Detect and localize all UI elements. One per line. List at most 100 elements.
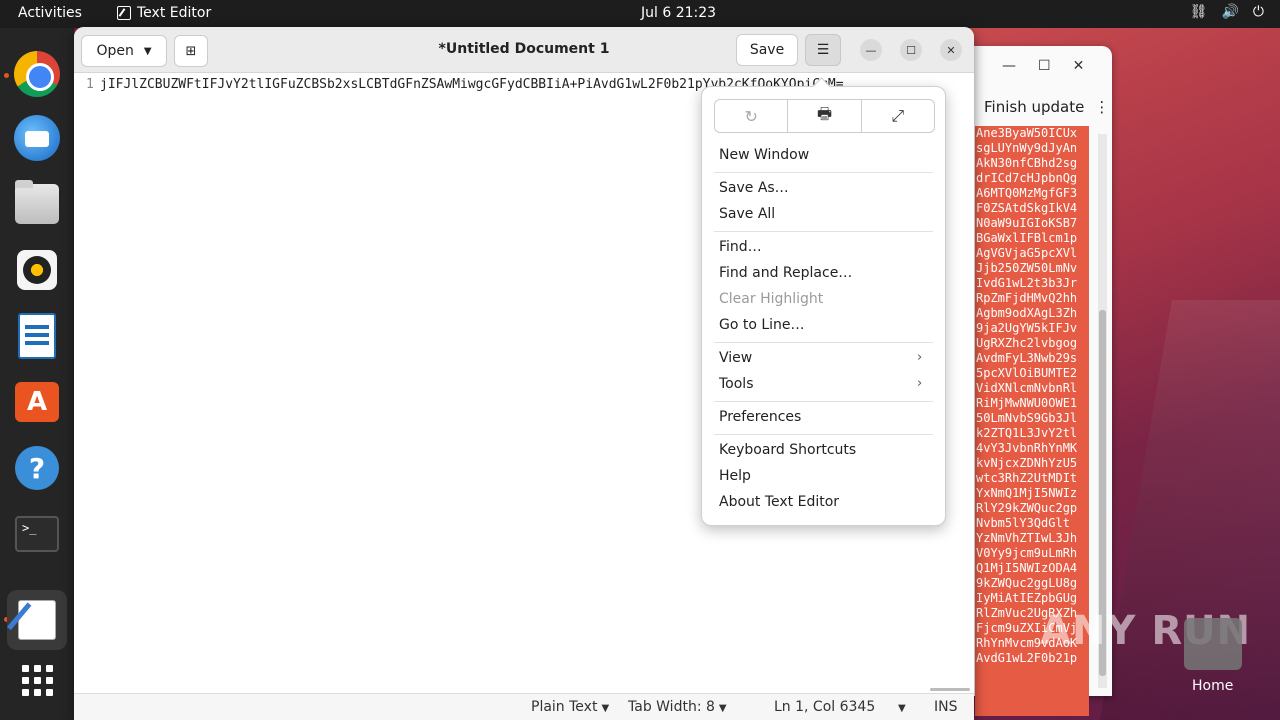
code-line: wtc3RhZ2UtMDIt: [976, 471, 1078, 485]
menu-item-tools[interactable]: Tools ›: [719, 376, 929, 392]
close-icon[interactable]: ✕: [1073, 58, 1085, 74]
code-line: Q1MjI5NWIzODA4: [976, 561, 1078, 575]
system-tray[interactable]: ⛓ 🔊 ⏻: [1190, 4, 1264, 20]
tab-width-label: Tab Width: 8: [628, 699, 715, 715]
home-folder-label[interactable]: Home: [1192, 678, 1233, 694]
chevron-right-icon: ›: [917, 350, 923, 365]
menu-item-keyboard-shortcuts[interactable]: Keyboard Shortcuts: [719, 442, 856, 458]
save-button[interactable]: Save: [736, 34, 798, 66]
print-button[interactable]: 🖶: [788, 100, 862, 132]
code-line: RiMjMwNWU0OWE1: [976, 396, 1078, 410]
dock-writer[interactable]: [13, 312, 61, 360]
more-icon: ⋮: [1094, 98, 1110, 116]
dock-help[interactable]: ?: [13, 444, 61, 492]
grid-icon: [21, 664, 53, 696]
menu-item-go-to-line[interactable]: Go to Line…: [719, 317, 805, 333]
code-line: IvdG1wL2t3b3Jr: [976, 276, 1078, 290]
menu-item-view[interactable]: View ›: [719, 350, 929, 366]
print-icon: 🖶: [816, 103, 833, 123]
dock-terminal[interactable]: >_: [13, 510, 61, 558]
dock-files[interactable]: [13, 180, 61, 228]
show-apps-button[interactable]: [13, 656, 61, 704]
finish-update-button[interactable]: Finish update ⋮: [984, 98, 1109, 116]
files-icon: [15, 180, 59, 224]
menu-item-save-all[interactable]: Save All: [719, 206, 775, 222]
language-selector[interactable]: Plain Text ▼: [531, 699, 609, 715]
language-label: Plain Text: [531, 699, 598, 715]
code-line: drICd7cHJpbnQg: [976, 171, 1078, 185]
insert-mode[interactable]: INS: [934, 699, 958, 715]
activities-button[interactable]: Activities: [18, 5, 82, 21]
code-line: sgLUYnWy9dJyAn: [976, 141, 1078, 155]
dock-text-editor[interactable]: [7, 590, 67, 650]
code-line: AkN30nfCBhd2sg: [976, 156, 1078, 170]
menu-item-about[interactable]: About Text Editor: [719, 494, 839, 510]
code-line: 4vY3JvbnRhYnMK: [976, 441, 1078, 455]
app-center-icon: A: [15, 382, 59, 422]
menu-item-new-window[interactable]: New Window: [719, 147, 809, 163]
minimize-icon[interactable]: —: [1002, 58, 1016, 74]
app-menu[interactable]: Text Editor: [117, 5, 211, 21]
close-icon: ✕: [946, 43, 956, 57]
text-editor-icon: [18, 600, 56, 640]
main-menu-button[interactable]: ☰: [805, 34, 841, 66]
dock-thunderbird[interactable]: [13, 114, 61, 162]
code-line: YxNmQ1MjI5NWIz: [976, 486, 1078, 500]
network-icon: ⛓: [1189, 4, 1208, 20]
code-line: 9kZWQuc2ggLU8g: [976, 576, 1078, 590]
maximize-icon[interactable]: ☐: [1038, 58, 1051, 74]
code-line: RlY29kZWQuc2gp: [976, 501, 1078, 515]
dock-rhythmbox[interactable]: [13, 246, 61, 294]
chevron-down-icon[interactable]: ▼: [894, 699, 906, 715]
code-line: 5pcXVlOiBUMTE2: [976, 366, 1078, 380]
menu-separator: [714, 172, 933, 173]
code-line: Nvbm5lY3QdGlt: [976, 516, 1070, 530]
terminal-icon: >_: [15, 516, 59, 552]
power-icon: ⏻: [1252, 4, 1264, 20]
menu-item-help[interactable]: Help: [719, 468, 751, 484]
menu-button-row: ↻ 🖶 ⤢: [714, 99, 935, 133]
minimize-button[interactable]: —: [860, 39, 882, 61]
dock-app-center[interactable]: A: [13, 378, 61, 426]
scrollbar[interactable]: [1098, 134, 1107, 688]
top-bar: Activities Text Editor Jul 6 21:23 ⛓ 🔊 ⏻: [0, 0, 1280, 28]
maximize-icon: ☐: [906, 43, 916, 57]
hamburger-icon: ☰: [816, 42, 830, 58]
cursor-position[interactable]: Ln 1, Col 6345: [774, 699, 875, 715]
home-folder-icon[interactable]: [1184, 618, 1242, 670]
menu-separator: [714, 434, 933, 435]
writer-icon: [18, 313, 56, 359]
menu-item-preferences[interactable]: Preferences: [719, 409, 801, 425]
fullscreen-button[interactable]: ⤢: [862, 100, 934, 132]
dock-chrome[interactable]: [13, 50, 61, 98]
main-menu-popover: ↻ 🖶 ⤢ New Window Save As… Save All Find……: [701, 86, 946, 526]
code-line: V0Yy9jcm9uLmRh: [976, 546, 1078, 560]
reload-icon: ↻: [744, 106, 758, 126]
code-line: IyMiAtIEZpbGUg: [976, 591, 1078, 605]
chevron-down-icon: ▼: [718, 703, 727, 714]
background-window[interactable]: — ☐ ✕ Finish update ⋮ Ane3ByaW50ICUx sgLU…: [972, 46, 1112, 716]
code-line: UgRXZhc2lvbgog: [976, 336, 1078, 350]
menu-item-find-replace[interactable]: Find and Replace…: [719, 265, 852, 281]
code-line: Ane3ByaW50ICUx: [976, 126, 1078, 140]
maximize-button[interactable]: ☐: [900, 39, 922, 61]
code-line: 50LmNvbS9Gb3Jl: [976, 411, 1078, 425]
code-line: k2ZTQ1L3JvY2tl: [976, 426, 1078, 440]
reload-button[interactable]: ↻: [715, 100, 789, 132]
code-line: N0aW9uIGIoKSB7: [976, 216, 1078, 230]
tab-width-selector[interactable]: Tab Width: 8 ▼: [628, 699, 727, 715]
minimize-icon: —: [865, 43, 877, 57]
code-line: YzNmVhZTIwL3Jh: [976, 531, 1078, 545]
menu-item-find[interactable]: Find…: [719, 239, 762, 255]
code-line: RpZmFjdHMvQ2hh: [976, 291, 1078, 305]
clock[interactable]: Jul 6 21:23: [641, 5, 716, 21]
code-line: VidXNlcmNvbnRl: [976, 381, 1078, 395]
menu-item-save-as[interactable]: Save As…: [719, 180, 789, 196]
thunderbird-icon: [14, 115, 60, 161]
code-line: kvNjcxZDNhYzU5: [976, 456, 1078, 470]
close-button[interactable]: ✕: [940, 39, 962, 61]
code-line: Agbm9odXAgL3Zh: [976, 306, 1078, 320]
horizontal-scrollbar[interactable]: [930, 688, 970, 691]
text-editor-icon: [117, 6, 131, 20]
menu-separator: [714, 401, 933, 402]
